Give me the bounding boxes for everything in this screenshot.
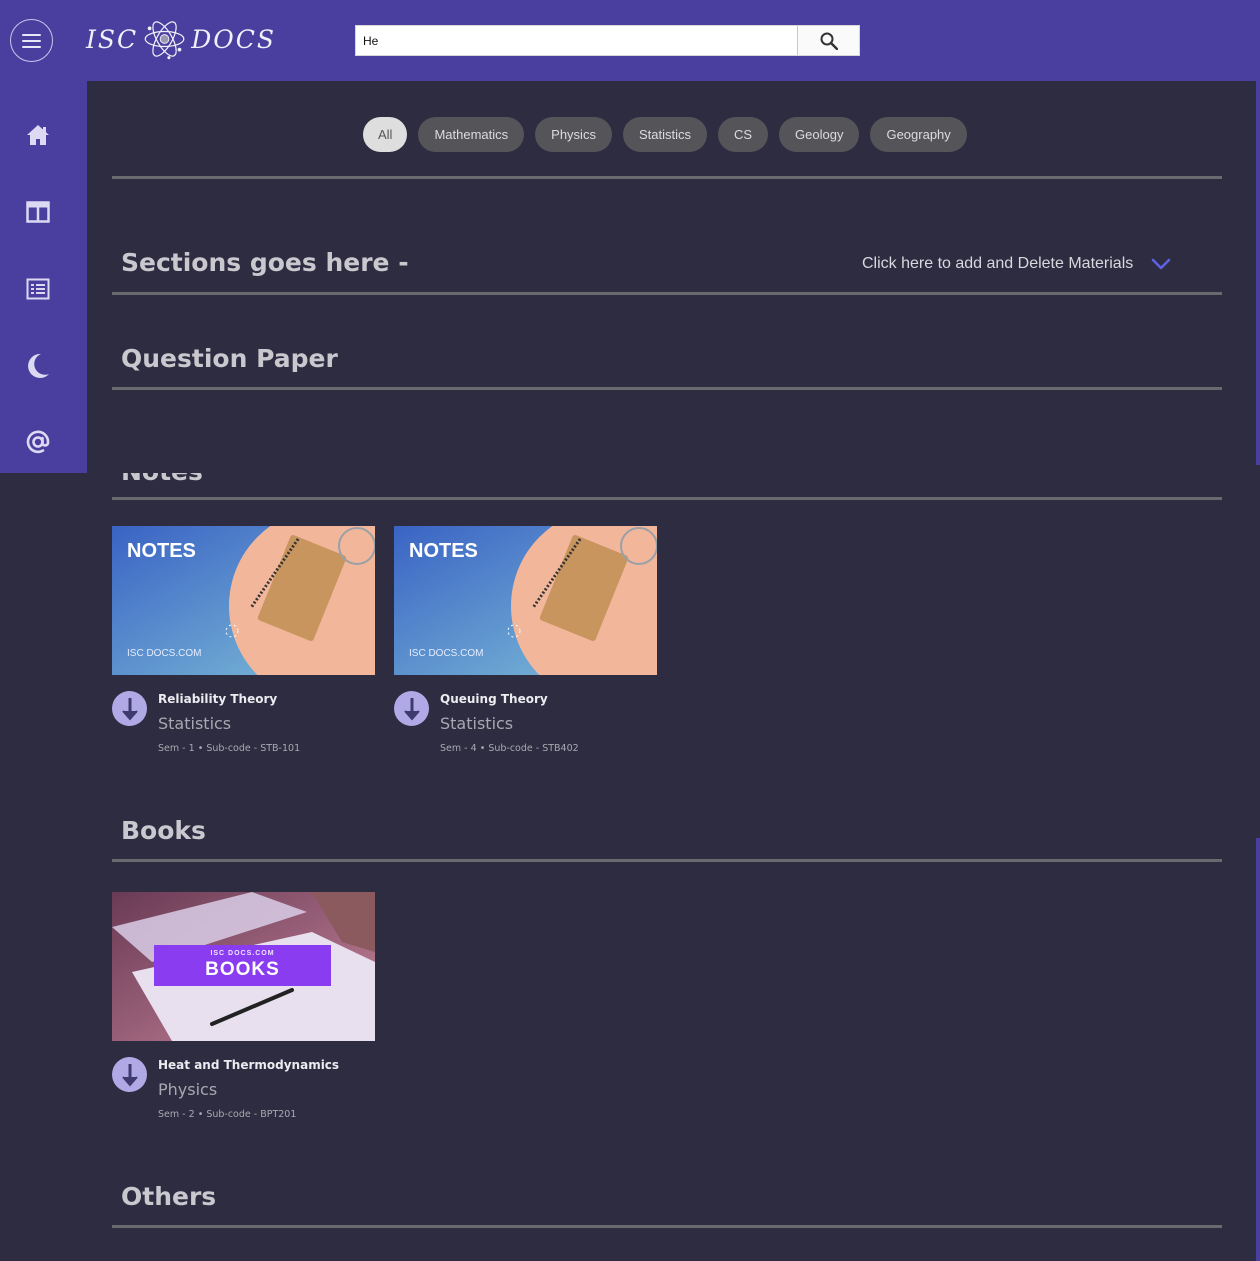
material-subject: Statistics	[440, 714, 514, 733]
sidebar-item-dashboard[interactable]	[0, 187, 75, 237]
sidebar-item-theme[interactable]	[0, 341, 75, 391]
sidebar	[0, 81, 87, 473]
book-meta: Heat and Thermodynamics Physics Sem - 2 …	[112, 1055, 375, 1125]
filter-chip-physics[interactable]: Physics	[535, 117, 612, 152]
manage-materials-toggle[interactable]: Click here to add and Delete Materials	[862, 255, 1171, 273]
divider	[112, 497, 1222, 500]
menu-line	[22, 39, 41, 42]
download-button[interactable]	[112, 691, 147, 726]
sub-code: Sub-code - STB402	[488, 743, 579, 754]
thumb-label: NOTES	[409, 540, 478, 562]
thumb-label: BOOKS	[205, 959, 280, 980]
material-title[interactable]: Reliability Theory	[158, 692, 277, 706]
material-info: Sem - 1 • Sub-code - STB-101	[158, 743, 300, 754]
semester: Sem - 4	[440, 743, 477, 754]
sub-code: Sub-code - STB-101	[206, 743, 301, 754]
filter-chip-all[interactable]: All	[363, 117, 408, 152]
notes-heading: Notes	[121, 473, 203, 486]
logo-text-left: ISC	[86, 24, 139, 54]
divider	[112, 387, 1222, 390]
arrow-down-icon	[121, 697, 138, 721]
hamburger-menu-button[interactable]	[10, 19, 53, 62]
scrollbar-track[interactable]	[1256, 81, 1260, 465]
sidebar-item-home[interactable]	[0, 110, 75, 160]
manage-materials-label: Click here to add and Delete Materials	[862, 255, 1134, 272]
subject-filter-bar: All Mathematics Physics Statistics CS Ge…	[363, 117, 967, 152]
at-icon	[26, 430, 49, 454]
sections-heading: Sections goes here -	[121, 248, 409, 277]
sub-code: Sub-code - BPT201	[206, 1109, 297, 1120]
search-button[interactable]	[797, 26, 859, 55]
filter-chip-cs[interactable]: CS	[717, 117, 769, 152]
search-bar	[355, 25, 860, 56]
filter-chip-mathematics[interactable]: Mathematics	[418, 117, 525, 152]
filter-chip-geology[interactable]: Geology	[779, 117, 860, 152]
book-card: ISC DOCS.COM BOOKS Heat and Thermodynami…	[112, 892, 375, 1125]
material-title[interactable]: Queuing Theory	[440, 692, 548, 706]
divider	[112, 292, 1222, 295]
menu-line	[22, 33, 41, 36]
semester: Sem - 2	[158, 1109, 195, 1120]
atom-logo-icon	[144, 21, 185, 60]
note-card: NOTES ISC DOCS.COM Reliability Theory St…	[112, 526, 375, 759]
download-button[interactable]	[112, 1057, 147, 1092]
divider	[112, 176, 1222, 179]
book-thumbnail[interactable]: ISC DOCS.COM BOOKS	[112, 892, 375, 1041]
note-meta: Queuing Theory Statistics Sem - 4 • Sub-…	[394, 689, 657, 759]
semester: Sem - 1	[158, 743, 195, 754]
material-subject: Statistics	[158, 714, 232, 733]
note-thumbnail[interactable]: NOTES ISC DOCS.COM	[394, 526, 657, 675]
material-info: Sem - 4 • Sub-code - STB402	[440, 743, 579, 754]
home-icon	[26, 125, 49, 145]
menu-line	[22, 45, 41, 48]
thumb-site: ISC DOCS.COM	[127, 648, 202, 659]
site-logo[interactable]: ISC DOCS	[86, 4, 276, 74]
sidebar-item-list[interactable]	[0, 264, 75, 314]
columns-icon	[25, 201, 50, 223]
chevron-down-icon	[1151, 258, 1171, 270]
note-thumbnail[interactable]: NOTES ISC DOCS.COM	[112, 526, 375, 675]
question-paper-heading: Question Paper	[121, 344, 338, 373]
material-info: Sem - 2 • Sub-code - BPT201	[158, 1109, 296, 1120]
thumb-label: NOTES	[127, 540, 196, 562]
divider	[112, 859, 1222, 862]
divider	[112, 1225, 1222, 1228]
thumb-site: ISC DOCS.COM	[210, 950, 275, 957]
filter-chip-geography[interactable]: Geography	[870, 117, 967, 152]
main-content: All Mathematics Physics Statistics CS Ge…	[87, 81, 1255, 1261]
note-meta: Reliability Theory Statistics Sem - 1 • …	[112, 689, 375, 759]
filter-chip-statistics[interactable]: Statistics	[622, 117, 707, 152]
thumb-site: ISC DOCS.COM	[409, 648, 484, 659]
material-title[interactable]: Heat and Thermodynamics	[158, 1058, 339, 1072]
material-subject: Physics	[158, 1080, 218, 1099]
note-card: NOTES ISC DOCS.COM Queuing Theory Statis…	[394, 526, 657, 759]
list-icon	[26, 278, 49, 300]
sidebar-item-contact[interactable]	[0, 417, 75, 467]
search-input[interactable]	[356, 26, 797, 55]
logo-text-right: DOCS	[191, 24, 276, 54]
search-icon	[820, 32, 838, 50]
moon-icon	[27, 353, 49, 378]
download-button[interactable]	[394, 691, 429, 726]
arrow-down-icon	[121, 1063, 138, 1087]
scrollbar-track[interactable]	[1256, 838, 1260, 1261]
books-heading: Books	[121, 816, 206, 845]
top-bar: ISC DOCS	[0, 0, 1260, 81]
others-heading: Others	[121, 1182, 217, 1211]
arrow-down-icon	[403, 697, 420, 721]
